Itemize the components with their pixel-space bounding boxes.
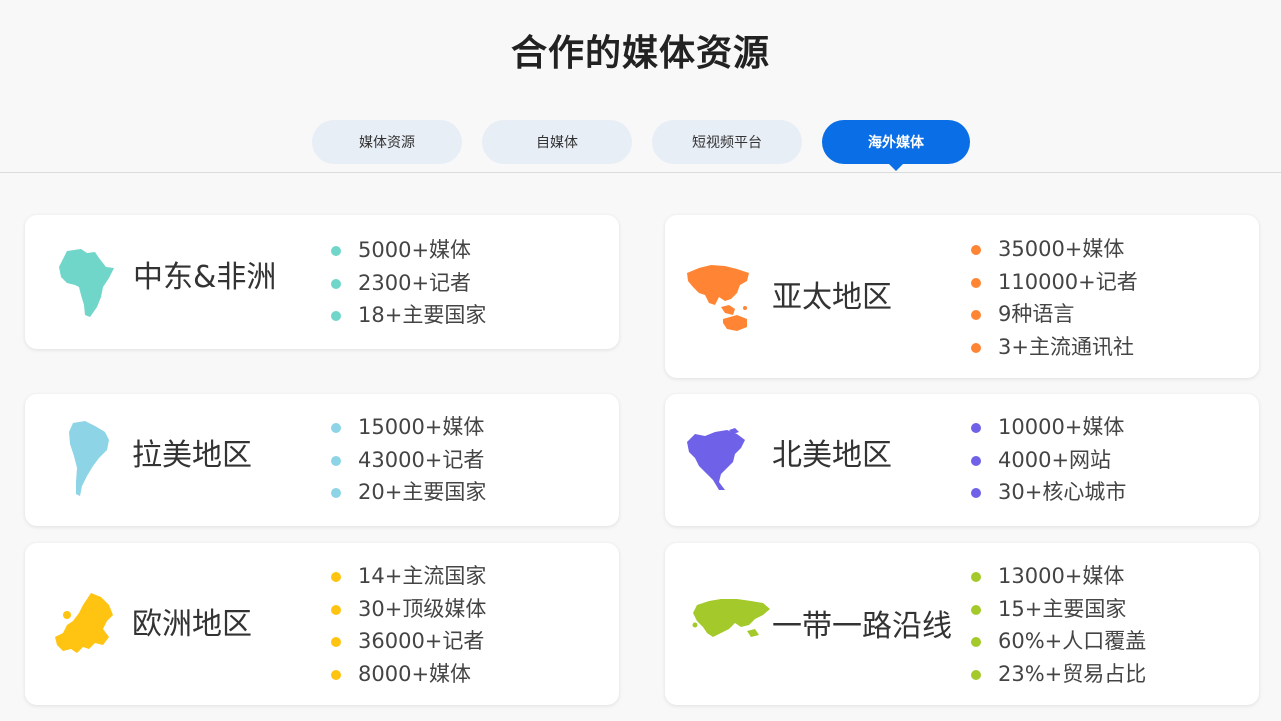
bullet-dot [971, 245, 981, 255]
region-card-europe[interactable]: 欧洲地区 14+主流国家 30+顶级媒体 36000+记者 8000+媒体 [25, 543, 619, 705]
stat-text: 30+核心城市 [998, 480, 1127, 504]
tab-bar: 媒体资源 自媒体 短视频平台 海外媒体 [0, 120, 1281, 171]
bullet-dot [971, 637, 981, 647]
stat-text: 110000+记者 [998, 269, 1138, 294]
bullet-dot [331, 572, 341, 582]
stat-text: 20+主要国家 [358, 480, 487, 504]
europe-map-icon [55, 593, 113, 653]
asia-pacific-map-icon [687, 265, 749, 331]
region-card-asia-pacific[interactable]: 亚太地区 35000+媒体 110000+记者 9种语言 3+主流通讯社 [665, 215, 1259, 378]
stat-text: 2300+记者 [358, 270, 472, 295]
bullet-dot [971, 455, 981, 466]
bullet-dot [331, 278, 341, 289]
bullet-dot [971, 488, 981, 498]
africa-map-icon [59, 249, 114, 317]
stat-item: 3+主流通讯社 [971, 331, 1138, 364]
bullet-dot [971, 423, 981, 433]
region-card-belt-and-road[interactable]: 一带一路沿线 13000+媒体 15+主要国家 60%+人口覆盖 23%+贸易占… [665, 543, 1259, 705]
region-stats-list: 13000+媒体 15+主要国家 60%+人口覆盖 23%+贸易占比 [971, 560, 1146, 690]
region-stats-list: 5000+媒体 2300+记者 18+主要国家 [331, 234, 486, 332]
bullet-dot [331, 637, 341, 647]
tab-divider [0, 172, 1281, 173]
stat-text: 30+顶级媒体 [358, 596, 487, 621]
stat-text: 8000+媒体 [358, 661, 472, 686]
tab-self-media[interactable]: 自媒体 [482, 120, 632, 164]
stat-item: 2300+记者 [331, 267, 486, 300]
region-name: 北美地区 [772, 438, 892, 473]
stat-item: 43000+记者 [331, 444, 486, 477]
stat-item: 36000+记者 [331, 625, 486, 658]
bullet-dot [331, 488, 341, 498]
bullet-dot [971, 604, 981, 615]
stat-text: 10000+媒体 [998, 415, 1125, 439]
stat-item: 5000+媒体 [331, 234, 486, 267]
stat-item: 15000+媒体 [331, 411, 486, 444]
bullet-dot [971, 342, 981, 353]
stat-text: 18+主要国家 [358, 303, 487, 327]
stat-text: 15+主要国家 [998, 596, 1127, 621]
region-name: 亚太地区 [772, 280, 892, 315]
bullet-dot [331, 455, 341, 466]
bullet-dot [971, 277, 981, 288]
region-card-latin-america[interactable]: 拉美地区 15000+媒体 43000+记者 20+主要国家 [25, 394, 619, 526]
tab-overseas-media[interactable]: 海外媒体 [822, 120, 970, 171]
stat-item: 9种语言 [971, 298, 1138, 331]
bullet-dot [331, 604, 341, 615]
bullet-dot [971, 310, 981, 320]
stat-item: 14+主流国家 [331, 560, 486, 593]
south-america-map-icon [69, 421, 109, 496]
bullet-dot [331, 423, 341, 433]
region-stats-list: 10000+媒体 4000+网站 30+核心城市 [971, 411, 1126, 509]
tab-short-video[interactable]: 短视频平台 [652, 120, 802, 164]
north-america-map-icon [687, 428, 745, 490]
stat-text: 13000+媒体 [998, 564, 1125, 588]
stat-item: 20+主要国家 [331, 476, 486, 509]
tab-media-resources[interactable]: 媒体资源 [312, 120, 462, 164]
region-name: 拉美地区 [132, 438, 252, 473]
stat-item: 8000+媒体 [331, 658, 486, 691]
stat-item: 60%+人口覆盖 [971, 625, 1146, 658]
stat-item: 15+主要国家 [971, 593, 1146, 626]
stat-text: 4000+网站 [998, 447, 1112, 472]
stat-text: 23%+贸易占比 [998, 661, 1147, 686]
stat-item: 18+主要国家 [331, 299, 486, 332]
stat-text: 35000+媒体 [998, 237, 1125, 261]
stat-text: 60%+人口覆盖 [998, 629, 1147, 653]
page-title: 合作的媒体资源 [510, 33, 770, 74]
bullet-dot [971, 572, 981, 582]
bullet-dot [331, 311, 341, 321]
region-stats-list: 15000+媒体 43000+记者 20+主要国家 [331, 411, 486, 509]
stat-item: 35000+媒体 [971, 233, 1138, 266]
eurasia-map-icon [692, 599, 770, 637]
region-card-middle-east-africa[interactable]: 中东&非洲 5000+媒体 2300+记者 18+主要国家 [25, 215, 619, 349]
region-stats-list: 35000+媒体 110000+记者 9种语言 3+主流通讯社 [971, 233, 1138, 363]
stat-item: 30+核心城市 [971, 476, 1126, 509]
stat-text: 14+主流国家 [358, 564, 487, 588]
bullet-dot [331, 669, 341, 680]
region-name: 一带一路沿线 [772, 609, 952, 644]
stat-item: 10000+媒体 [971, 411, 1126, 444]
stat-text: 36000+记者 [358, 629, 485, 653]
stat-item: 23%+贸易占比 [971, 658, 1146, 691]
stat-text: 9种语言 [998, 302, 1075, 326]
stat-item: 13000+媒体 [971, 560, 1146, 593]
bullet-dot [971, 669, 981, 680]
stat-item: 4000+网站 [971, 444, 1126, 477]
stat-item: 110000+记者 [971, 266, 1138, 299]
region-name: 中东&非洲 [133, 260, 277, 295]
region-name: 欧洲地区 [132, 607, 252, 642]
stat-text: 15000+媒体 [358, 415, 485, 439]
region-stats-list: 14+主流国家 30+顶级媒体 36000+记者 8000+媒体 [331, 560, 486, 690]
stat-item: 30+顶级媒体 [331, 593, 486, 626]
bullet-dot [331, 246, 341, 256]
stat-text: 3+主流通讯社 [998, 334, 1134, 359]
stat-text: 43000+记者 [358, 447, 485, 472]
region-card-north-america[interactable]: 北美地区 10000+媒体 4000+网站 30+核心城市 [665, 394, 1259, 526]
stat-text: 5000+媒体 [358, 238, 472, 262]
